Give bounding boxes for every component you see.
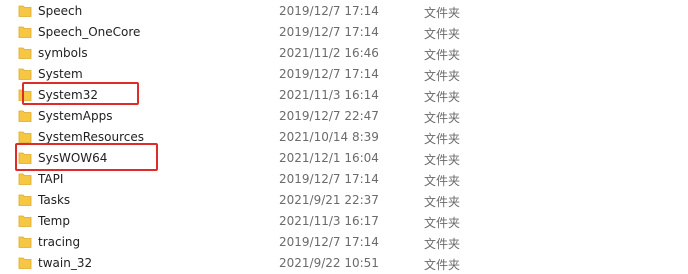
- file-name: SystemApps: [38, 109, 113, 123]
- file-name: System: [38, 67, 83, 81]
- folder-icon: [18, 194, 32, 206]
- file-date: 2021/11/3 16:17: [279, 214, 379, 228]
- file-name: Speech_OneCore: [38, 25, 141, 39]
- file-row[interactable]: Speech 2019/12/7 17:14 文件夹: [0, 1, 688, 22]
- file-name: TAPI: [38, 172, 64, 186]
- file-date: 2021/9/21 22:37: [279, 193, 379, 207]
- file-row[interactable]: SystemResources 2021/10/14 8:39 文件夹: [0, 127, 688, 148]
- file-type: 文件夹: [424, 153, 461, 167]
- folder-icon: [18, 110, 32, 122]
- folder-icon: [18, 5, 32, 17]
- file-name: SysWOW64: [38, 151, 108, 165]
- folder-icon: [18, 26, 32, 38]
- file-name: SystemResources: [38, 130, 145, 144]
- folder-icon: [18, 89, 32, 101]
- file-type: 文件夹: [424, 216, 461, 230]
- file-type: 文件夹: [424, 237, 461, 251]
- file-row[interactable]: Temp 2021/11/3 16:17 文件夹: [0, 211, 688, 232]
- file-type: 文件夹: [424, 27, 461, 41]
- folder-icon: [18, 68, 32, 80]
- folder-icon: [18, 236, 32, 248]
- file-date: 2019/12/7 17:14: [279, 4, 379, 18]
- file-date: 2021/11/2 16:46: [279, 46, 379, 60]
- file-date: 2019/12/7 17:14: [279, 235, 379, 249]
- file-row[interactable]: System 2019/12/7 17:14 文件夹: [0, 64, 688, 85]
- file-row[interactable]: TAPI 2019/12/7 17:14 文件夹: [0, 169, 688, 190]
- file-date: 2021/10/14 8:39: [279, 130, 379, 144]
- file-date: 2019/12/7 17:14: [279, 25, 379, 39]
- folder-icon: [18, 152, 32, 164]
- file-type: 文件夹: [424, 258, 461, 272]
- file-row[interactable]: Tasks 2021/9/21 22:37 文件夹: [0, 190, 688, 211]
- file-name: System32: [38, 88, 99, 102]
- file-type: 文件夹: [424, 132, 461, 146]
- folder-icon: [18, 131, 32, 143]
- file-name: twain_32: [38, 256, 93, 270]
- file-type: 文件夹: [424, 195, 461, 209]
- file-date: 2021/11/3 16:14: [279, 88, 379, 102]
- file-name: tracing: [38, 235, 81, 249]
- file-row[interactable]: twain_32 2021/9/22 10:51 文件夹: [0, 253, 688, 274]
- file-name: Temp: [38, 214, 70, 228]
- file-row[interactable]: SysWOW64 2021/12/1 16:04 文件夹: [0, 148, 688, 169]
- file-type: 文件夹: [424, 48, 461, 62]
- file-date: 2021/9/22 10:51: [279, 256, 379, 270]
- file-row[interactable]: symbols 2021/11/2 16:46 文件夹: [0, 43, 688, 64]
- folder-icon: [18, 173, 32, 185]
- file-date: 2021/12/1 16:04: [279, 151, 379, 165]
- file-row[interactable]: SystemApps 2019/12/7 22:47 文件夹: [0, 106, 688, 127]
- folder-icon: [18, 215, 32, 227]
- file-type: 文件夹: [424, 6, 461, 20]
- file-row[interactable]: Speech_OneCore 2019/12/7 17:14 文件夹: [0, 22, 688, 43]
- file-type: 文件夹: [424, 69, 461, 83]
- file-row[interactable]: System32 2021/11/3 16:14 文件夹: [0, 85, 688, 106]
- file-type: 文件夹: [424, 174, 461, 188]
- folder-icon: [18, 257, 32, 269]
- file-type: 文件夹: [424, 90, 461, 104]
- file-date: 2019/12/7 17:14: [279, 172, 379, 186]
- file-name: symbols: [38, 46, 88, 60]
- file-date: 2019/12/7 22:47: [279, 109, 379, 123]
- file-name: Tasks: [38, 193, 71, 207]
- file-type: 文件夹: [424, 111, 461, 125]
- file-date: 2019/12/7 17:14: [279, 67, 379, 81]
- folder-icon: [18, 47, 32, 59]
- file-row[interactable]: tracing 2019/12/7 17:14 文件夹: [0, 232, 688, 253]
- file-name: Speech: [38, 4, 83, 18]
